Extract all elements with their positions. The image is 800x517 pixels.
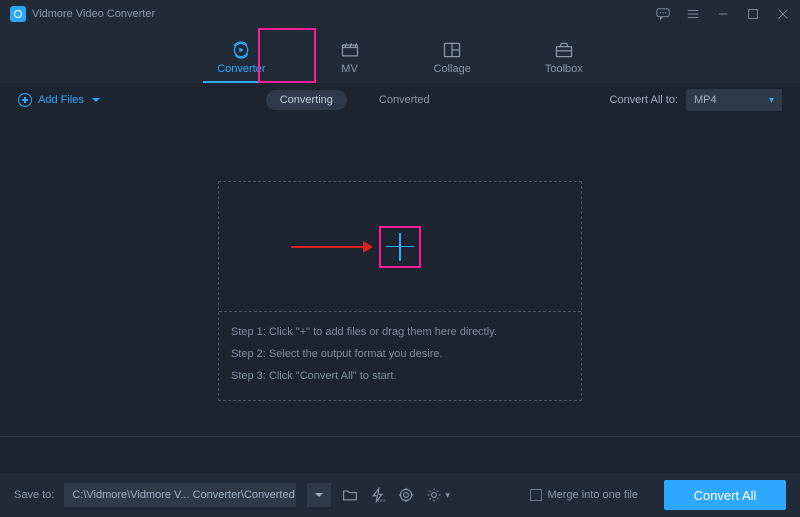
settings-button[interactable] <box>425 486 443 504</box>
minimize-button[interactable] <box>716 7 730 21</box>
main-tab-bar: Converter MV Collage Toolbox <box>0 28 800 83</box>
step-text: Step 3: Click "Convert All" to start. <box>231 366 569 386</box>
maximize-button[interactable] <box>746 7 760 21</box>
tab-collage[interactable]: Collage <box>426 28 479 83</box>
convert-all-to: Convert All to: MP4 ▾ <box>610 89 782 111</box>
annotation-arrow-icon <box>291 244 373 250</box>
checkbox-box-icon <box>530 489 542 501</box>
app-title: Vidmore Video Converter <box>32 8 155 20</box>
dropzone-top <box>219 182 581 312</box>
save-path-field[interactable]: C:\Vidmore\Vidmore V... Converter\Conver… <box>64 483 296 507</box>
mv-icon <box>340 40 360 60</box>
convert-all-button[interactable]: Convert All <box>664 480 786 510</box>
toolbox-icon <box>554 40 574 60</box>
format-value: MP4 <box>694 94 717 106</box>
menu-icon[interactable] <box>686 7 700 21</box>
divider <box>0 436 800 437</box>
svg-text:OFF: OFF <box>378 498 386 503</box>
collage-icon <box>442 40 462 60</box>
output-format-select[interactable]: MP4 ▾ <box>686 89 782 111</box>
open-folder-button[interactable] <box>341 486 359 504</box>
chevron-down-icon <box>315 493 323 497</box>
plus-circle-icon <box>18 93 32 107</box>
high-speed-button[interactable] <box>397 486 415 504</box>
merge-label: Merge into one file <box>548 489 639 501</box>
sub-tab-bar: Converting Converted <box>266 90 444 110</box>
chevron-down-icon: ▾ <box>445 490 450 501</box>
app-logo-icon <box>10 6 26 22</box>
tab-toolbox[interactable]: Toolbox <box>537 28 591 83</box>
convert-all-to-label: Convert All to: <box>610 94 678 106</box>
footer-bar: Save to: C:\Vidmore\Vidmore V... Convert… <box>0 473 800 517</box>
subtab-converting[interactable]: Converting <box>266 90 347 110</box>
converter-icon <box>231 40 251 60</box>
file-dropzone[interactable]: Step 1: Click "+" to add files or drag t… <box>218 181 582 401</box>
save-to-label: Save to: <box>14 489 54 501</box>
close-button[interactable] <box>776 7 790 21</box>
toolbar: Add Files Converting Converted Convert A… <box>0 83 800 117</box>
tab-mv[interactable]: MV <box>332 28 368 83</box>
tab-label: MV <box>341 63 358 75</box>
merge-checkbox[interactable]: Merge into one file <box>530 489 639 501</box>
content-area: Step 1: Click "+" to add files or drag t… <box>0 117 800 453</box>
instruction-steps: Step 1: Click "+" to add files or drag t… <box>219 312 581 398</box>
hw-accel-button[interactable]: OFF <box>369 486 387 504</box>
title-bar: Vidmore Video Converter <box>0 0 800 28</box>
chevron-down-icon <box>92 98 100 102</box>
chevron-down-icon: ▾ <box>769 95 774 106</box>
tab-converter[interactable]: Converter <box>209 28 273 83</box>
save-path-dropdown[interactable] <box>307 483 331 507</box>
add-files-button[interactable]: Add Files <box>18 93 100 107</box>
add-file-plus-button[interactable] <box>379 226 421 268</box>
tab-label: Collage <box>434 63 471 75</box>
tab-label: Converter <box>217 63 265 75</box>
add-files-label: Add Files <box>38 94 84 106</box>
tab-label: Toolbox <box>545 63 583 75</box>
step-text: Step 1: Click "+" to add files or drag t… <box>231 322 569 342</box>
feedback-icon[interactable] <box>656 7 670 21</box>
subtab-converted[interactable]: Converted <box>365 90 444 110</box>
step-text: Step 2: Select the output format you des… <box>231 344 569 364</box>
